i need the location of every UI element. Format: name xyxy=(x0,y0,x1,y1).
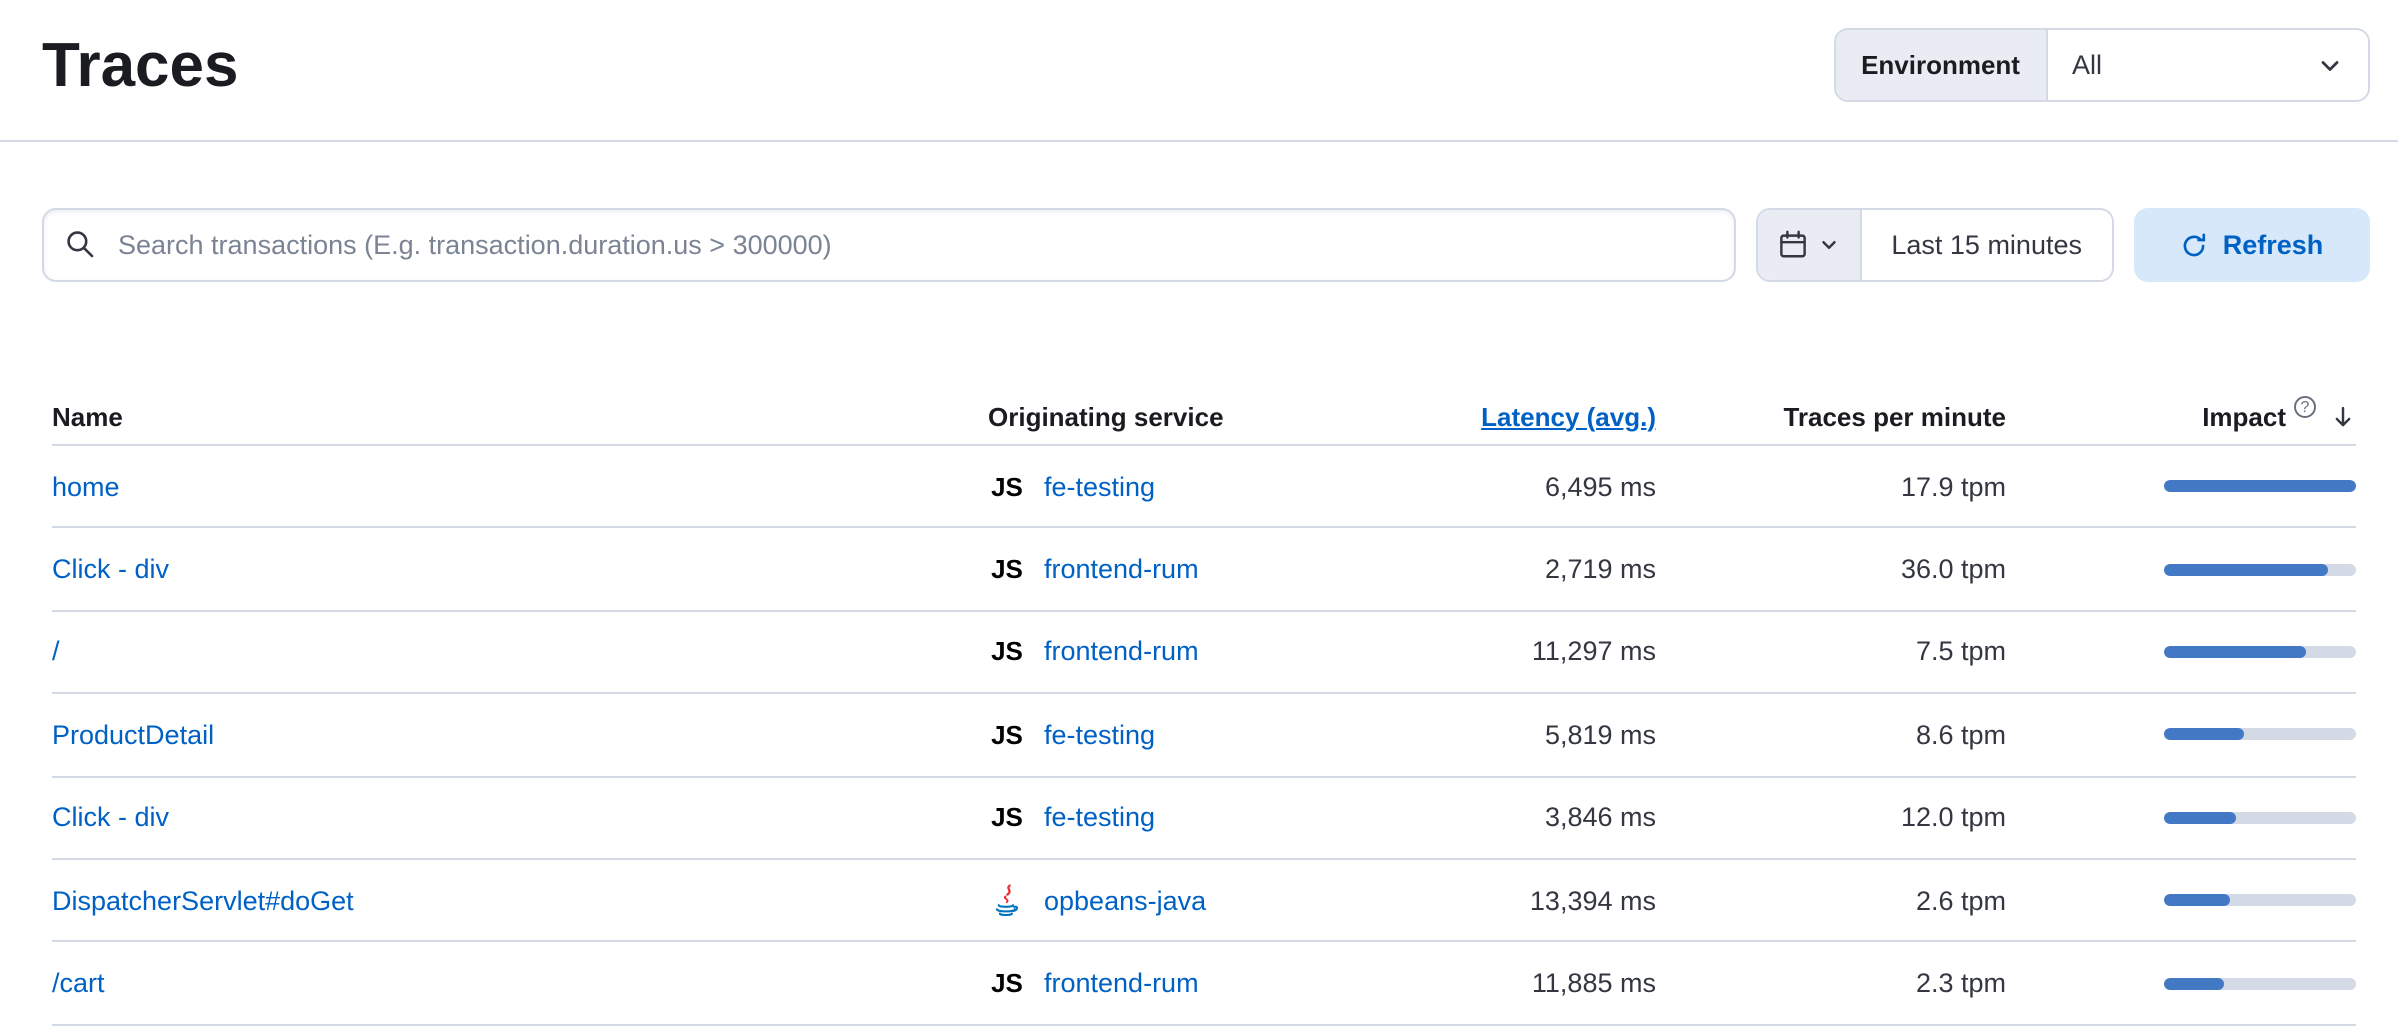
transaction-link[interactable]: / xyxy=(52,637,60,667)
help-icon[interactable]: ? xyxy=(2294,395,2316,417)
latency-value: 3,846 ms xyxy=(1480,803,1656,833)
column-header-tpm: Traces per minute xyxy=(1656,401,2006,431)
service-link[interactable]: frontend-rum xyxy=(1044,637,1199,667)
impact-bar xyxy=(2164,977,2356,989)
date-quick-select-button[interactable] xyxy=(1757,210,1861,280)
latency-value: 11,885 ms xyxy=(1480,968,1656,998)
refresh-label: Refresh xyxy=(2223,230,2324,260)
service-link[interactable]: frontend-rum xyxy=(1044,554,1199,584)
tpm-value: 2.3 tpm xyxy=(1656,968,2006,998)
refresh-icon xyxy=(2181,231,2209,259)
header-divider xyxy=(0,140,2398,142)
table-row: ProductDetail JS fe-testing 5,819 ms 8.6… xyxy=(52,694,2356,777)
column-header-impact[interactable]: Impact ? xyxy=(2006,401,2356,431)
latency-value: 5,819 ms xyxy=(1480,720,1656,750)
tpm-value: 8.6 tpm xyxy=(1656,720,2006,750)
table-row: / JS frontend-rum 11,297 ms 7.5 tpm xyxy=(52,612,2356,695)
latency-value: 6,495 ms xyxy=(1480,471,1656,501)
impact-bar-fill xyxy=(2164,894,2229,906)
transaction-link[interactable]: Click - div xyxy=(52,803,169,833)
search-input[interactable] xyxy=(42,208,1735,282)
service-link[interactable]: fe-testing xyxy=(1044,471,1155,501)
js-icon: JS xyxy=(988,968,1026,998)
calendar-icon xyxy=(1777,230,1807,260)
environment-label: Environment xyxy=(1835,30,2048,100)
latency-value: 13,394 ms xyxy=(1480,885,1656,915)
search-icon xyxy=(64,228,96,270)
date-picker: Last 15 minutes xyxy=(1755,208,2114,282)
impact-bar xyxy=(2164,480,2356,492)
service-link[interactable]: opbeans-java xyxy=(1044,885,1206,915)
page-header: Traces Environment All xyxy=(0,0,2398,102)
column-header-name: Name xyxy=(52,401,988,431)
environment-filter[interactable]: Environment All xyxy=(1833,28,2370,102)
tpm-value: 7.5 tpm xyxy=(1656,637,2006,667)
table-row: /cart JS frontend-rum 11,885 ms 2.3 tpm xyxy=(52,943,2356,1026)
environment-select[interactable]: All xyxy=(2048,30,2368,100)
table-row: DispatcherServlet#doGet opbeans-java 13,… xyxy=(52,860,2356,943)
latency-value: 2,719 ms xyxy=(1480,554,1656,584)
impact-bar-fill xyxy=(2164,812,2237,824)
page-title: Traces xyxy=(42,29,239,100)
table-header-row: Name Originating service Latency (avg.) … xyxy=(52,388,2356,446)
table-row: home JS fe-testing 6,495 ms 17.9 tpm xyxy=(52,446,2356,529)
tpm-value: 17.9 tpm xyxy=(1656,471,2006,501)
traces-page: Traces Environment All xyxy=(0,0,2398,1028)
transaction-link[interactable]: DispatcherServlet#doGet xyxy=(52,885,354,915)
js-icon: JS xyxy=(988,637,1026,667)
transaction-link[interactable]: ProductDetail xyxy=(52,720,214,750)
column-header-latency[interactable]: Latency (avg.) xyxy=(1481,401,1656,431)
service-link[interactable]: fe-testing xyxy=(1044,720,1155,750)
impact-bar-fill xyxy=(2164,646,2306,658)
impact-bar-fill xyxy=(2164,480,2356,492)
chevron-down-icon xyxy=(2316,51,2344,79)
tpm-value: 36.0 tpm xyxy=(1656,554,2006,584)
transactions-table: Name Originating service Latency (avg.) … xyxy=(0,388,2398,1025)
table-row: Click - div JS fe-testing 3,846 ms 12.0 … xyxy=(52,777,2356,860)
tpm-value: 2.6 tpm xyxy=(1656,885,2006,915)
chevron-down-icon xyxy=(1817,234,1839,256)
tpm-value: 12.0 tpm xyxy=(1656,803,2006,833)
time-range-label: Last 15 minutes xyxy=(1891,230,2082,260)
transaction-link[interactable]: home xyxy=(52,471,120,501)
service-link[interactable]: fe-testing xyxy=(1044,803,1155,833)
impact-bar xyxy=(2164,894,2356,906)
refresh-button[interactable]: Refresh xyxy=(2134,208,2370,282)
js-icon: JS xyxy=(988,554,1026,584)
service-link[interactable]: frontend-rum xyxy=(1044,968,1199,998)
impact-bar-fill xyxy=(2164,563,2327,575)
table-body: home JS fe-testing 6,495 ms 17.9 tpm Cli… xyxy=(52,446,2356,1025)
column-header-service: Originating service xyxy=(988,401,1480,431)
impact-bar-fill xyxy=(2164,729,2245,741)
impact-bar xyxy=(2164,729,2356,741)
impact-bar xyxy=(2164,646,2356,658)
sort-desc-icon xyxy=(2330,403,2356,429)
search-box xyxy=(42,208,1735,282)
time-range-button[interactable]: Last 15 minutes xyxy=(1861,210,2112,280)
table-row: Click - div JS frontend-rum 2,719 ms 36.… xyxy=(52,529,2356,612)
js-icon: JS xyxy=(988,803,1026,833)
java-icon xyxy=(988,883,1026,917)
controls-bar: Last 15 minutes Refresh xyxy=(0,208,2398,282)
impact-header-label: Impact xyxy=(2202,401,2286,431)
impact-bar-fill xyxy=(2164,977,2224,989)
impact-bar xyxy=(2164,812,2356,824)
transaction-link[interactable]: Click - div xyxy=(52,554,169,584)
js-icon: JS xyxy=(988,720,1026,750)
js-icon: JS xyxy=(988,471,1026,501)
transaction-link[interactable]: /cart xyxy=(52,968,105,998)
latency-value: 11,297 ms xyxy=(1480,637,1656,667)
impact-bar xyxy=(2164,563,2356,575)
environment-value: All xyxy=(2072,50,2102,80)
